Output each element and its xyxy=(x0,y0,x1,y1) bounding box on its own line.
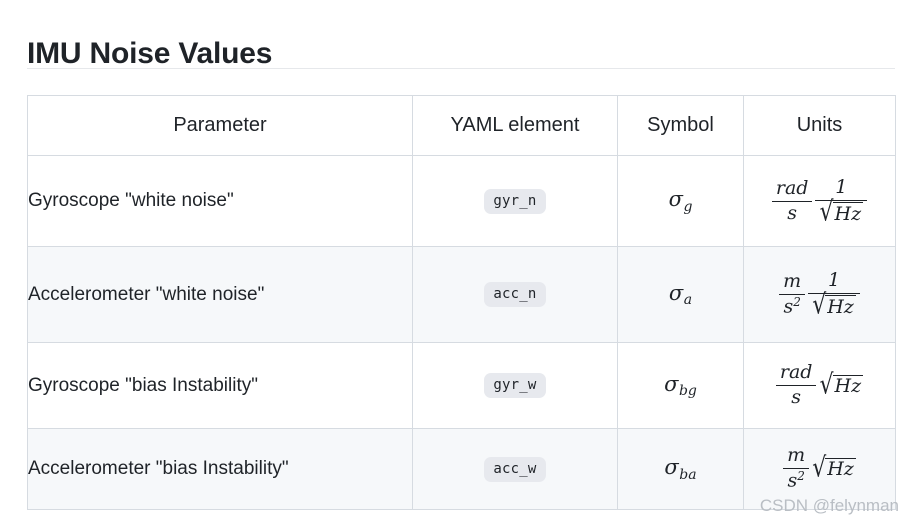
sigma-glyph: σ xyxy=(664,455,679,480)
fraction-denominator: s xyxy=(787,201,798,224)
fraction-rad-over-s: rad s xyxy=(771,176,813,226)
sigma-subscript: a xyxy=(683,292,693,309)
sqrt-hz: √ Hz xyxy=(812,452,856,484)
cell-yaml-element: gyr_n xyxy=(412,155,618,247)
code-chip: gyr_w xyxy=(484,373,546,398)
fraction-numerator: 1 xyxy=(835,175,848,198)
fraction-denominator: s2 xyxy=(783,469,808,493)
cell-yaml-element: acc_n xyxy=(412,246,618,343)
sigma-symbol: σbg xyxy=(664,371,697,400)
fraction-denominator: √ Hz xyxy=(815,196,867,228)
table-row: Accelerometer "white noise" acc_n σa m s… xyxy=(27,246,896,343)
denominator-exponent: 2 xyxy=(797,469,805,484)
radical-icon: √ xyxy=(812,289,827,321)
cell-units: m s2 √ Hz xyxy=(743,428,896,510)
table-header-row: Parameter YAML element Symbol Units xyxy=(27,95,896,156)
sigma-symbol: σba xyxy=(664,455,696,482)
table-row: Accelerometer "bias Instability" acc_w σ… xyxy=(27,428,896,510)
radicand: Hz xyxy=(825,295,856,318)
column-header-units: Units xyxy=(743,95,896,156)
sigma-glyph: σ xyxy=(668,280,684,305)
sqrt-hz: √ Hz xyxy=(819,369,864,401)
radicand: Hz xyxy=(825,458,856,480)
code-chip: acc_w xyxy=(484,456,546,482)
cell-units: rad s 1 √ Hz xyxy=(743,155,896,247)
fraction-numerator: m xyxy=(783,269,802,292)
imu-noise-table-container: Parameter YAML element Symbol Units Gyro… xyxy=(27,95,896,510)
fraction-m-over-s2: m s2 xyxy=(779,269,806,319)
table-body: Gyroscope "white noise" gyr_n σg rad s 1… xyxy=(27,155,896,510)
fraction-denominator: s2 xyxy=(779,295,804,319)
sigma-symbol: σa xyxy=(668,280,693,309)
radical-icon: √ xyxy=(812,452,827,484)
code-chip: gyr_n xyxy=(484,188,546,214)
denominator-exponent: 2 xyxy=(793,294,801,309)
sigma-subscript: g xyxy=(683,198,693,215)
sigma-subscript: ba xyxy=(679,466,697,483)
cell-symbol: σbg xyxy=(617,342,744,429)
cell-parameter: Gyroscope "bias Instability" xyxy=(27,342,413,429)
sigma-symbol: σg xyxy=(668,187,693,214)
cell-yaml-element: gyr_w xyxy=(412,342,618,429)
fraction-numerator: m xyxy=(787,444,806,467)
units-expression: rad s 1 √ Hz xyxy=(771,175,868,228)
denominator-base: s xyxy=(783,295,794,318)
cell-symbol: σba xyxy=(617,428,744,510)
column-header-yaml-element: YAML element xyxy=(412,95,618,156)
fraction-one-over-sqrt-hz: 1 √ Hz xyxy=(808,269,860,320)
fraction-one-over-sqrt-hz: 1 √ Hz xyxy=(815,175,868,228)
code-chip: acc_n xyxy=(484,282,546,307)
cell-symbol: σa xyxy=(617,246,744,343)
units-expression: m s2 √ Hz xyxy=(783,444,856,493)
table-header: Parameter YAML element Symbol Units xyxy=(27,95,896,156)
radical-icon: √ xyxy=(819,369,834,401)
table-row: Gyroscope "white noise" gyr_n σg rad s 1… xyxy=(27,155,896,247)
fraction-denominator: s xyxy=(791,386,802,408)
fraction-rad-over-s: rad s xyxy=(775,361,817,410)
imu-noise-table: Parameter YAML element Symbol Units Gyro… xyxy=(27,95,896,510)
radicand: Hz xyxy=(832,374,864,397)
units-expression: m s2 1 √ Hz xyxy=(779,269,860,320)
cell-yaml-element: acc_w xyxy=(412,428,618,510)
sqrt-hz: √ Hz xyxy=(812,289,856,321)
units-expression: rad s √ Hz xyxy=(775,361,864,410)
cell-parameter: Gyroscope "white noise" xyxy=(27,155,413,247)
sigma-glyph: σ xyxy=(664,371,679,396)
fraction-numerator: rad xyxy=(779,361,813,384)
cell-units: rad s √ Hz xyxy=(743,342,896,429)
document-page: IMU Noise Values Parameter YAML element … xyxy=(0,0,915,520)
cell-units: m s2 1 √ Hz xyxy=(743,246,896,343)
denominator-base: s xyxy=(787,469,798,492)
fraction-denominator: √ Hz xyxy=(808,289,860,321)
fraction-numerator: 1 xyxy=(827,269,841,292)
column-header-parameter: Parameter xyxy=(27,95,413,156)
radical-icon: √ xyxy=(819,196,834,228)
sigma-subscript: bg xyxy=(678,383,697,400)
radicand: Hz xyxy=(832,201,864,225)
fraction-m-over-s2: m s2 xyxy=(783,444,810,493)
cell-parameter: Accelerometer "white noise" xyxy=(27,246,413,343)
cell-symbol: σg xyxy=(617,155,744,247)
sigma-glyph: σ xyxy=(668,187,683,212)
column-header-symbol: Symbol xyxy=(617,95,744,156)
table-row: Gyroscope "bias Instability" gyr_w σbg r… xyxy=(27,342,896,429)
fraction-numerator: rad xyxy=(775,176,809,199)
cell-parameter: Accelerometer "bias Instability" xyxy=(27,428,413,510)
sqrt-hz: √ Hz xyxy=(819,196,864,228)
title-divider xyxy=(27,68,895,69)
